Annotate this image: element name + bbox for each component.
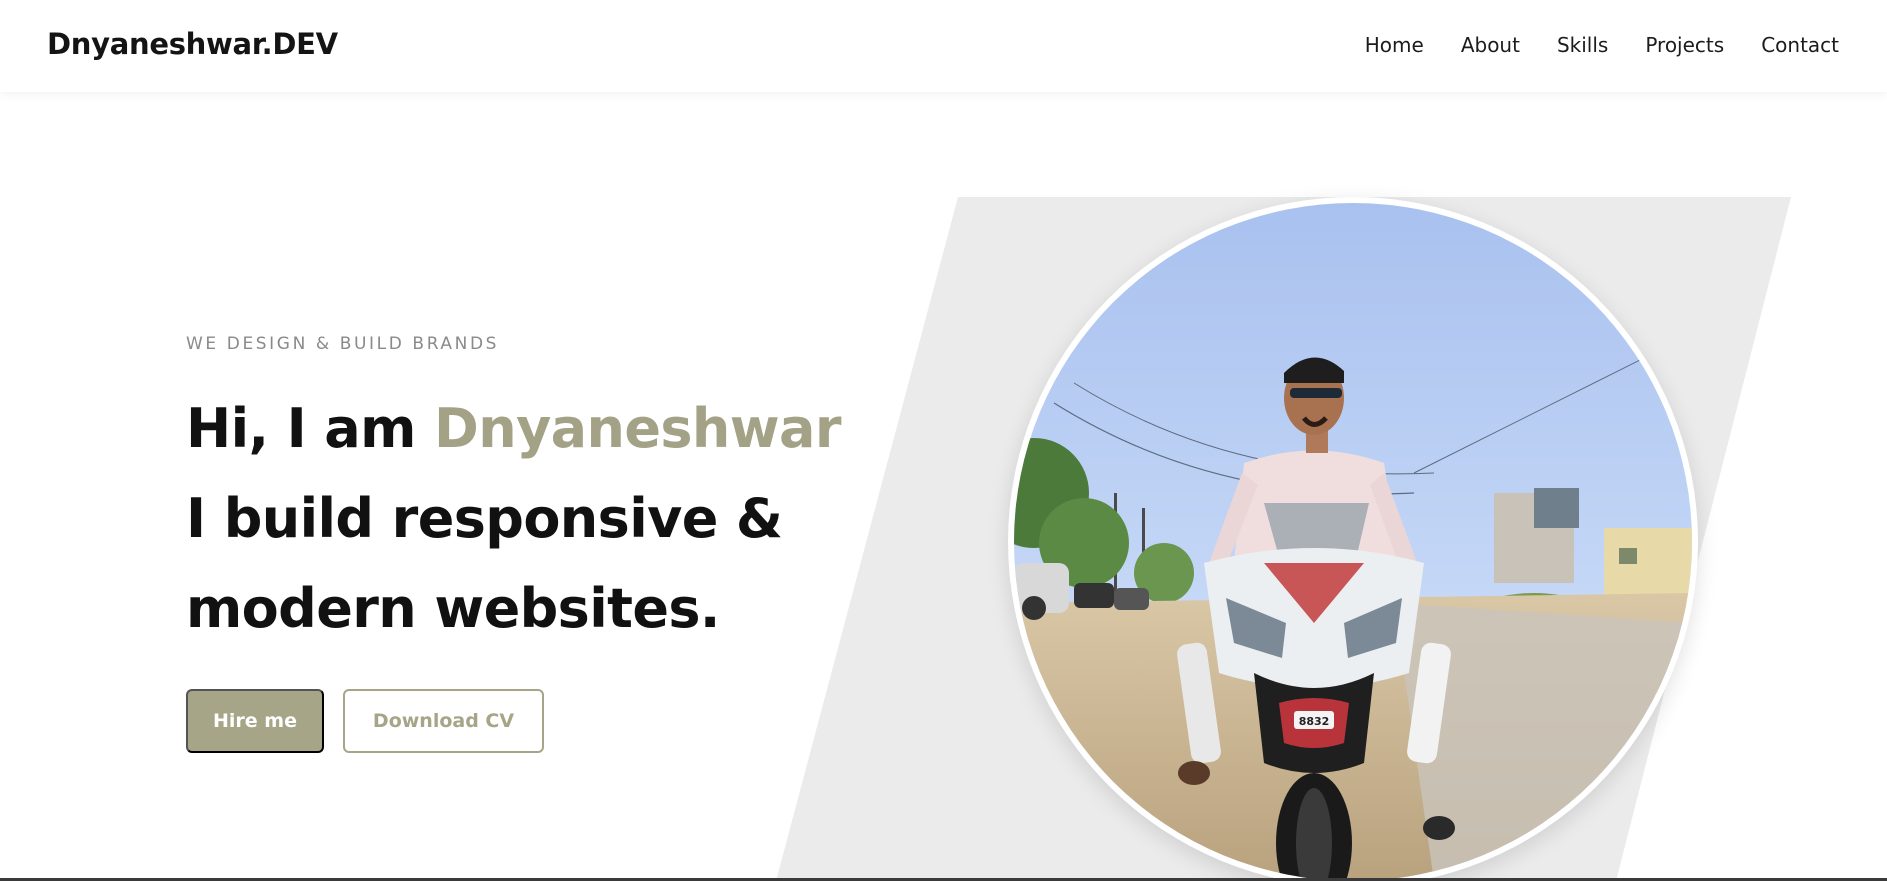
site-header: Dnyaneshwar.DEV Home About Skills Projec… bbox=[0, 0, 1887, 92]
nav-skills[interactable]: Skills bbox=[1557, 33, 1608, 57]
profile-photo: 8832 bbox=[1008, 197, 1698, 881]
nav-about[interactable]: About bbox=[1461, 33, 1520, 57]
headline-greeting: Hi, I am bbox=[186, 397, 435, 460]
hero-eyebrow: WE DESIGN & BUILD BRANDS bbox=[186, 334, 500, 354]
main-nav: Home About Skills Projects Contact bbox=[1365, 33, 1839, 57]
download-cv-button[interactable]: Download CV bbox=[343, 689, 544, 753]
nav-projects[interactable]: Projects bbox=[1645, 33, 1724, 57]
brand-logo[interactable]: Dnyaneshwar.DEV bbox=[47, 27, 338, 61]
headline-line-2: I build responsive & bbox=[186, 487, 783, 550]
hire-me-button[interactable]: Hire me bbox=[186, 689, 324, 753]
profile-photo-illustration: 8832 bbox=[1014, 203, 1692, 881]
nav-contact[interactable]: Contact bbox=[1761, 33, 1839, 57]
headline-name: Dnyaneshwar bbox=[434, 397, 842, 460]
headline-line-3: modern websites. bbox=[186, 577, 720, 640]
plate-number: 8832 bbox=[1299, 715, 1330, 728]
hero-headline: Hi, I am Dnyaneshwar I build responsive … bbox=[186, 384, 886, 654]
page: Dnyaneshwar.DEV Home About Skills Projec… bbox=[0, 0, 1887, 881]
nav-home[interactable]: Home bbox=[1365, 33, 1424, 57]
